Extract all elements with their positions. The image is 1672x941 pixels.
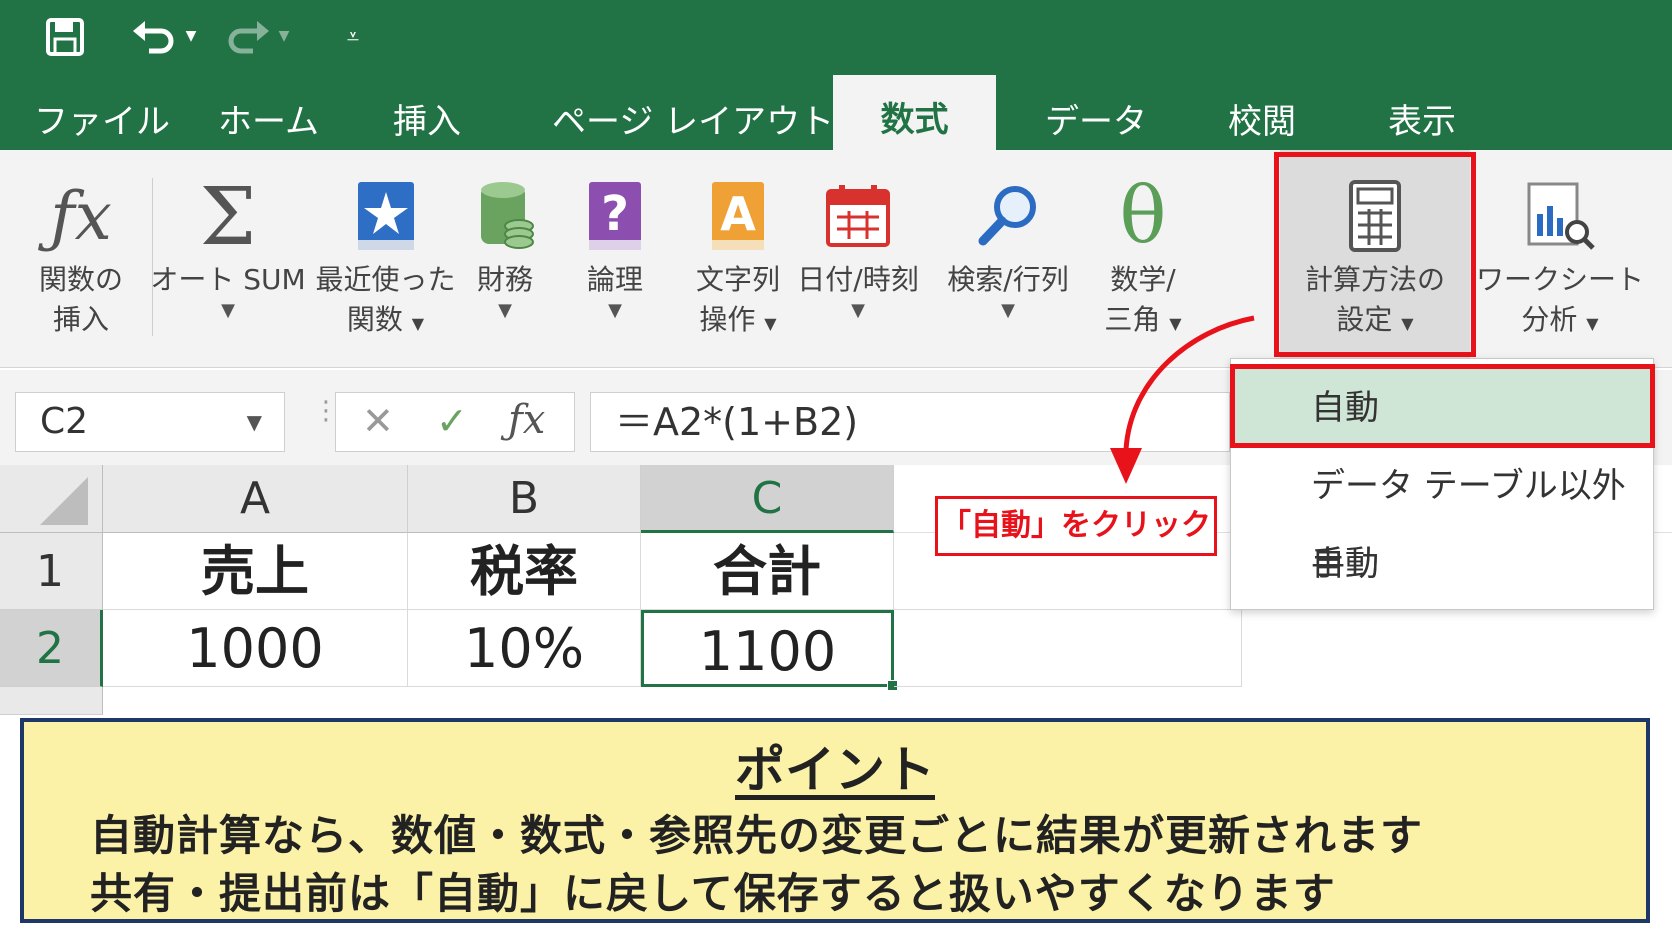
svg-text:?: ? — [601, 186, 629, 242]
star-book-icon — [342, 172, 430, 260]
name-box-value: C2 — [40, 401, 89, 442]
point-line-2: 共有・提出前は「自動」に戻して保存すると扱いやすくなります — [90, 869, 1336, 918]
lookup-button[interactable]: 検索/行列 ▼ — [938, 150, 1078, 368]
name-box[interactable]: C2 ▼ — [15, 392, 285, 452]
worksheet-analysis-label-2: 分析 — [1521, 303, 1578, 336]
insert-function-label-2: 挿入 — [52, 303, 109, 336]
autosum-button[interactable]: Σ オート SUM ▼ — [150, 150, 305, 368]
recent-functions-button[interactable]: 最近使った 関数 ▼ — [315, 150, 456, 368]
chevron-down-icon: ▼ — [498, 300, 512, 321]
text-label-2: 操作 — [699, 303, 756, 336]
customize-icon[interactable]: ⩡ — [338, 22, 368, 52]
automatic-highlight — [1230, 364, 1655, 448]
column-header-a[interactable]: A — [103, 465, 408, 533]
logical-label: 論理 — [586, 263, 643, 296]
point-box: ポイント 自動計算なら、数値・数式・参照先の変更ごとに結果が更新されます 共有・… — [20, 718, 1650, 923]
cell-b2[interactable]: 10% — [408, 610, 641, 687]
fx-icon: ƒx — [50, 177, 112, 255]
question-book-icon: ? — [571, 172, 659, 260]
menu-item-manual[interactable]: 手動 — [1231, 525, 1655, 603]
cell-c1[interactable]: 合計 — [641, 533, 894, 610]
chevron-down-icon: ▼ — [764, 314, 777, 333]
text-label-1: 文字列 — [695, 263, 780, 296]
insert-function-label-1: 関数の — [38, 263, 123, 296]
math-label-1: 数学/ — [1110, 263, 1176, 296]
worksheet-analysis-label-1: ワークシート — [1476, 263, 1645, 296]
redo-icon[interactable] — [216, 12, 276, 62]
svg-text:A: A — [720, 187, 756, 241]
text-button[interactable]: A 文字列 操作 ▼ — [683, 150, 793, 368]
fx-icon[interactable]: ƒx — [508, 397, 545, 443]
magnifier-icon — [964, 172, 1052, 260]
column-header-b[interactable]: B — [408, 465, 641, 533]
tab-review[interactable]: 校閲 — [1228, 94, 1296, 143]
column-header-c[interactable]: C — [641, 465, 894, 533]
chevron-down-icon: ▼ — [851, 300, 865, 321]
tab-formulas[interactable]: 数式 — [833, 75, 996, 150]
text-book-icon: A — [694, 172, 782, 260]
calendar-icon — [814, 172, 902, 260]
menu-item-automatic-except-tables[interactable]: データ テーブル以外自動 — [1231, 447, 1655, 584]
cell-b1[interactable]: 税率 — [408, 533, 641, 610]
financial-button[interactable]: 財務 ▼ — [465, 150, 545, 368]
recent-functions-label-2: 関数 — [346, 303, 403, 336]
calc-options-highlight — [1274, 152, 1476, 357]
chevron-down-icon: ▼ — [221, 300, 235, 321]
ribbon-tabs: ファイル ホーム 挿入 ページ レイアウト 数式 データ 校閲 表示 — [0, 70, 1672, 150]
insert-function-button[interactable]: ƒx 関数の 挿入 — [26, 150, 136, 368]
chevron-down-icon[interactable]: ▼ — [247, 393, 262, 451]
chevron-down-icon: ▼ — [411, 314, 425, 333]
enter-icon[interactable]: ✓ — [436, 399, 468, 443]
autosum-label: オート SUM — [150, 263, 306, 296]
formula-value: ＝A2*(1+B2) — [615, 400, 859, 444]
chevron-down-icon: ▼ — [608, 300, 622, 321]
ribbon-separator — [152, 178, 153, 336]
redo-dropdown-icon[interactable]: ▼ — [276, 26, 292, 46]
cell-c2[interactable]: 1100 — [641, 610, 894, 687]
select-all-corner[interactable] — [0, 465, 103, 533]
chevron-down-icon: ▼ — [1586, 314, 1599, 333]
cell-a2[interactable]: 1000 — [103, 610, 408, 687]
worksheet-analysis-button[interactable]: ワークシート 分析 ▼ — [1476, 150, 1644, 368]
theta-icon: θ — [1119, 171, 1167, 261]
datetime-label: 日付/時刻 — [797, 263, 919, 296]
tab-view[interactable]: 表示 — [1388, 94, 1456, 143]
lookup-label: 検索/行列 — [947, 263, 1069, 296]
point-title: ポイント — [735, 741, 935, 799]
title-bar: ▼ ▼ ⩡ ファイル ホーム 挿入 ページ レイアウト 数式 データ 校閲 表示 — [0, 0, 1672, 150]
tab-insert[interactable]: 挿入 — [393, 94, 461, 143]
cell-a1[interactable]: 売上 — [103, 533, 408, 610]
cell-d2[interactable] — [894, 610, 1242, 687]
undo-icon[interactable] — [126, 12, 186, 62]
recent-functions-label-1: 最近使った — [315, 263, 456, 296]
row-header-1[interactable]: 1 — [0, 533, 103, 610]
chevron-down-icon: ▼ — [1001, 300, 1015, 321]
sigma-icon: Σ — [199, 169, 257, 263]
datetime-button[interactable]: 日付/時刻 ▼ — [793, 150, 923, 368]
tab-data[interactable]: データ — [1045, 94, 1147, 143]
formula-buttons: ✕ ✓ ƒx — [335, 392, 575, 452]
point-line-1: 自動計算なら、数値・数式・参照先の変更ごとに結果が更新されます — [90, 811, 1424, 860]
cancel-icon[interactable]: ✕ — [362, 399, 394, 443]
click-callout: 「自動」をクリック — [935, 496, 1217, 556]
undo-dropdown-icon[interactable]: ▼ — [183, 26, 199, 46]
tab-home[interactable]: ホーム — [218, 94, 319, 143]
logical-button[interactable]: ? 論理 ▼ — [575, 150, 655, 368]
row-header-2[interactable]: 2 — [0, 610, 103, 687]
tab-page-layout[interactable]: ページ レイアウト — [552, 94, 834, 143]
tab-file[interactable]: ファイル — [34, 94, 170, 143]
coins-icon — [461, 172, 549, 260]
financial-label: 財務 — [476, 263, 533, 296]
row-header-3[interactable] — [0, 687, 103, 715]
chart-magnifier-icon — [1516, 172, 1604, 260]
save-icon[interactable] — [40, 12, 90, 62]
